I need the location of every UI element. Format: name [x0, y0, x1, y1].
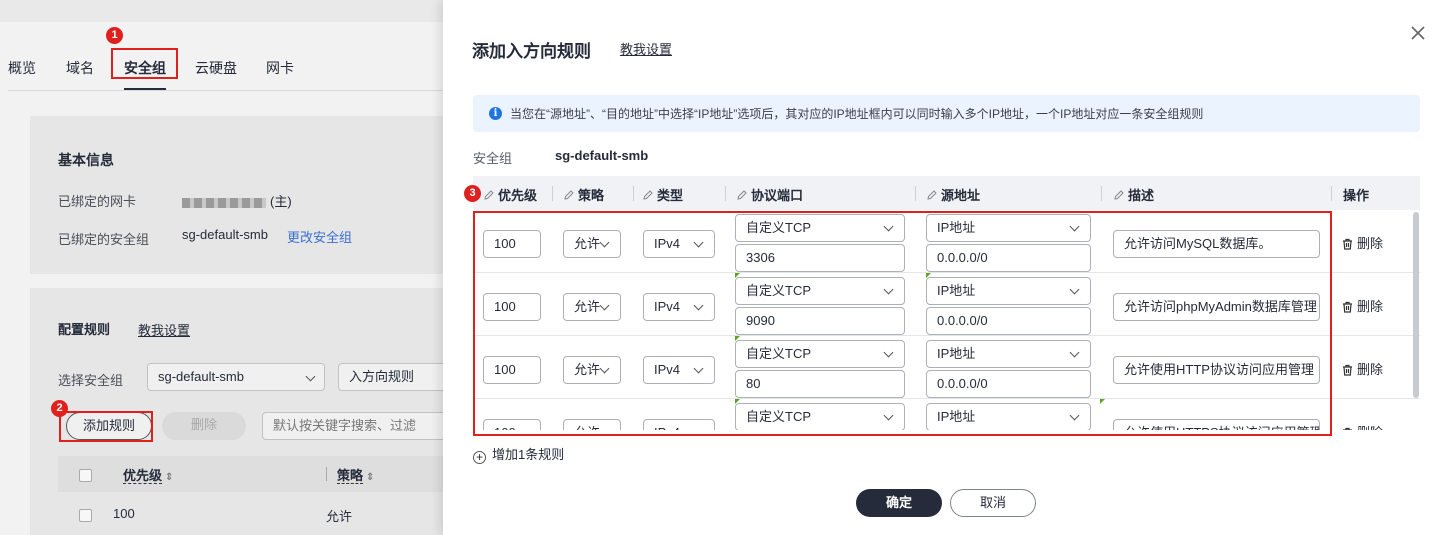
chevron-down-icon [305, 371, 316, 382]
column-divider [1101, 186, 1102, 201]
tab-cloud-disk[interactable]: 云硬盘 [195, 58, 237, 78]
col-desc: 描述 [1113, 185, 1154, 204]
col-policy-header[interactable]: 策略 ⇕ [337, 465, 374, 484]
select-all-checkbox[interactable] [79, 469, 92, 482]
bound-nic-value: (主) [182, 191, 292, 210]
row-checkbox[interactable] [79, 509, 92, 522]
add-one-rule-button[interactable]: + 增加1条规则 [473, 444, 564, 464]
column-divider [552, 186, 553, 201]
column-divider [633, 186, 634, 201]
tab-domain[interactable]: 域名 [66, 58, 94, 78]
column-divider [725, 186, 726, 201]
column-divider [915, 186, 916, 201]
callout-marker-1: 1 [106, 27, 123, 44]
col-port: 协议端口 [736, 185, 803, 204]
bound-nic-label: 已绑定的网卡 [58, 194, 137, 209]
config-help-link[interactable]: 教我设置 [138, 320, 190, 339]
bound-sg-value: sg-default-smb [182, 227, 268, 242]
delete-rule-button[interactable]: 删除 [1342, 422, 1383, 430]
col-policy: 策略 [563, 185, 604, 204]
column-divider [1331, 186, 1332, 201]
trash-icon [1343, 301, 1352, 313]
rules-table-header: 优先级 策略 类型 协议端口 源地址 描述 操作 [473, 176, 1420, 210]
trash-icon [1343, 427, 1352, 430]
security-group-label: 安全组 [473, 151, 513, 166]
edit-icon [927, 190, 937, 200]
direction-select[interactable]: 入方向规则 [338, 363, 450, 391]
tab-nic[interactable]: 网卡 [266, 58, 294, 78]
info-icon: i [489, 107, 502, 120]
search-input[interactable]: 默认按关键字搜索、过滤 [262, 412, 450, 440]
edit-icon [643, 190, 653, 200]
col-action: 操作 [1343, 188, 1370, 203]
callout-marker-3: 3 [464, 185, 481, 202]
callout-box-security-group-tab [111, 48, 178, 79]
info-banner: i 当您在“源地址”、“目的地址”中选择“IP地址”选项后，其对应的IP地址框内… [473, 95, 1420, 132]
delete-rule-button[interactable]: 删除 [1342, 296, 1383, 315]
col-priority: 优先级 [483, 185, 537, 204]
callout-box-add-rule [59, 411, 153, 442]
col-type: 类型 [642, 185, 683, 204]
edit-icon [484, 190, 494, 200]
bound-sg-label: 已绑定的安全组 [58, 232, 150, 247]
confirm-button[interactable]: 确定 [856, 489, 942, 517]
column-divider [326, 467, 327, 481]
sort-icon[interactable]: ⇕ [165, 472, 173, 483]
cancel-button[interactable]: 取消 [950, 489, 1036, 517]
close-icon[interactable] [1409, 24, 1427, 42]
dialog-help-link[interactable]: 教我设置 [620, 39, 672, 58]
masked-ip [182, 197, 266, 208]
col-priority-header[interactable]: 优先级 ⇕ [123, 465, 173, 484]
sg-select[interactable]: sg-default-smb [147, 363, 325, 391]
rules-table-header [58, 456, 450, 492]
edit-icon [564, 190, 574, 200]
select-sg-label: 选择安全组 [58, 373, 124, 388]
sort-icon[interactable]: ⇕ [366, 472, 374, 483]
edit-icon [1114, 190, 1124, 200]
callout-marker-2: 2 [51, 400, 68, 417]
change-sg-link[interactable]: 更改安全组 [287, 227, 352, 246]
tab-divider [8, 90, 448, 91]
dialog-title: 添加入方向规则 [472, 42, 591, 61]
rules-scrollbar[interactable] [1413, 212, 1419, 398]
trash-icon [1343, 364, 1352, 376]
delete-rule-button[interactable]: 删除 [1342, 359, 1383, 378]
add-inbound-rule-dialog: 添加入方向规则 教我设置 i 当您在“源地址”、“目的地址”中选择“IP地址”选… [443, 0, 1447, 535]
edit-icon [737, 190, 747, 200]
delete-rule-button[interactable]: 删除 [1342, 233, 1383, 252]
delete-button[interactable]: 删除 [162, 412, 246, 440]
col-source: 源地址 [926, 185, 980, 204]
row-policy: 允许 [326, 509, 353, 524]
config-rules-title: 配置规则 [58, 322, 111, 337]
basic-info-title: 基本信息 [58, 152, 114, 168]
row-priority: 100 [113, 506, 135, 521]
trash-icon [1343, 238, 1352, 250]
info-text: 当您在“源地址”、“目的地址”中选择“IP地址”选项后，其对应的IP地址框内可以… [510, 107, 1204, 121]
tab-overview[interactable]: 概览 [8, 58, 36, 78]
security-group-value: sg-default-smb [555, 148, 649, 163]
callout-box-rules [473, 211, 1332, 436]
plus-circle-icon: + [473, 451, 486, 464]
